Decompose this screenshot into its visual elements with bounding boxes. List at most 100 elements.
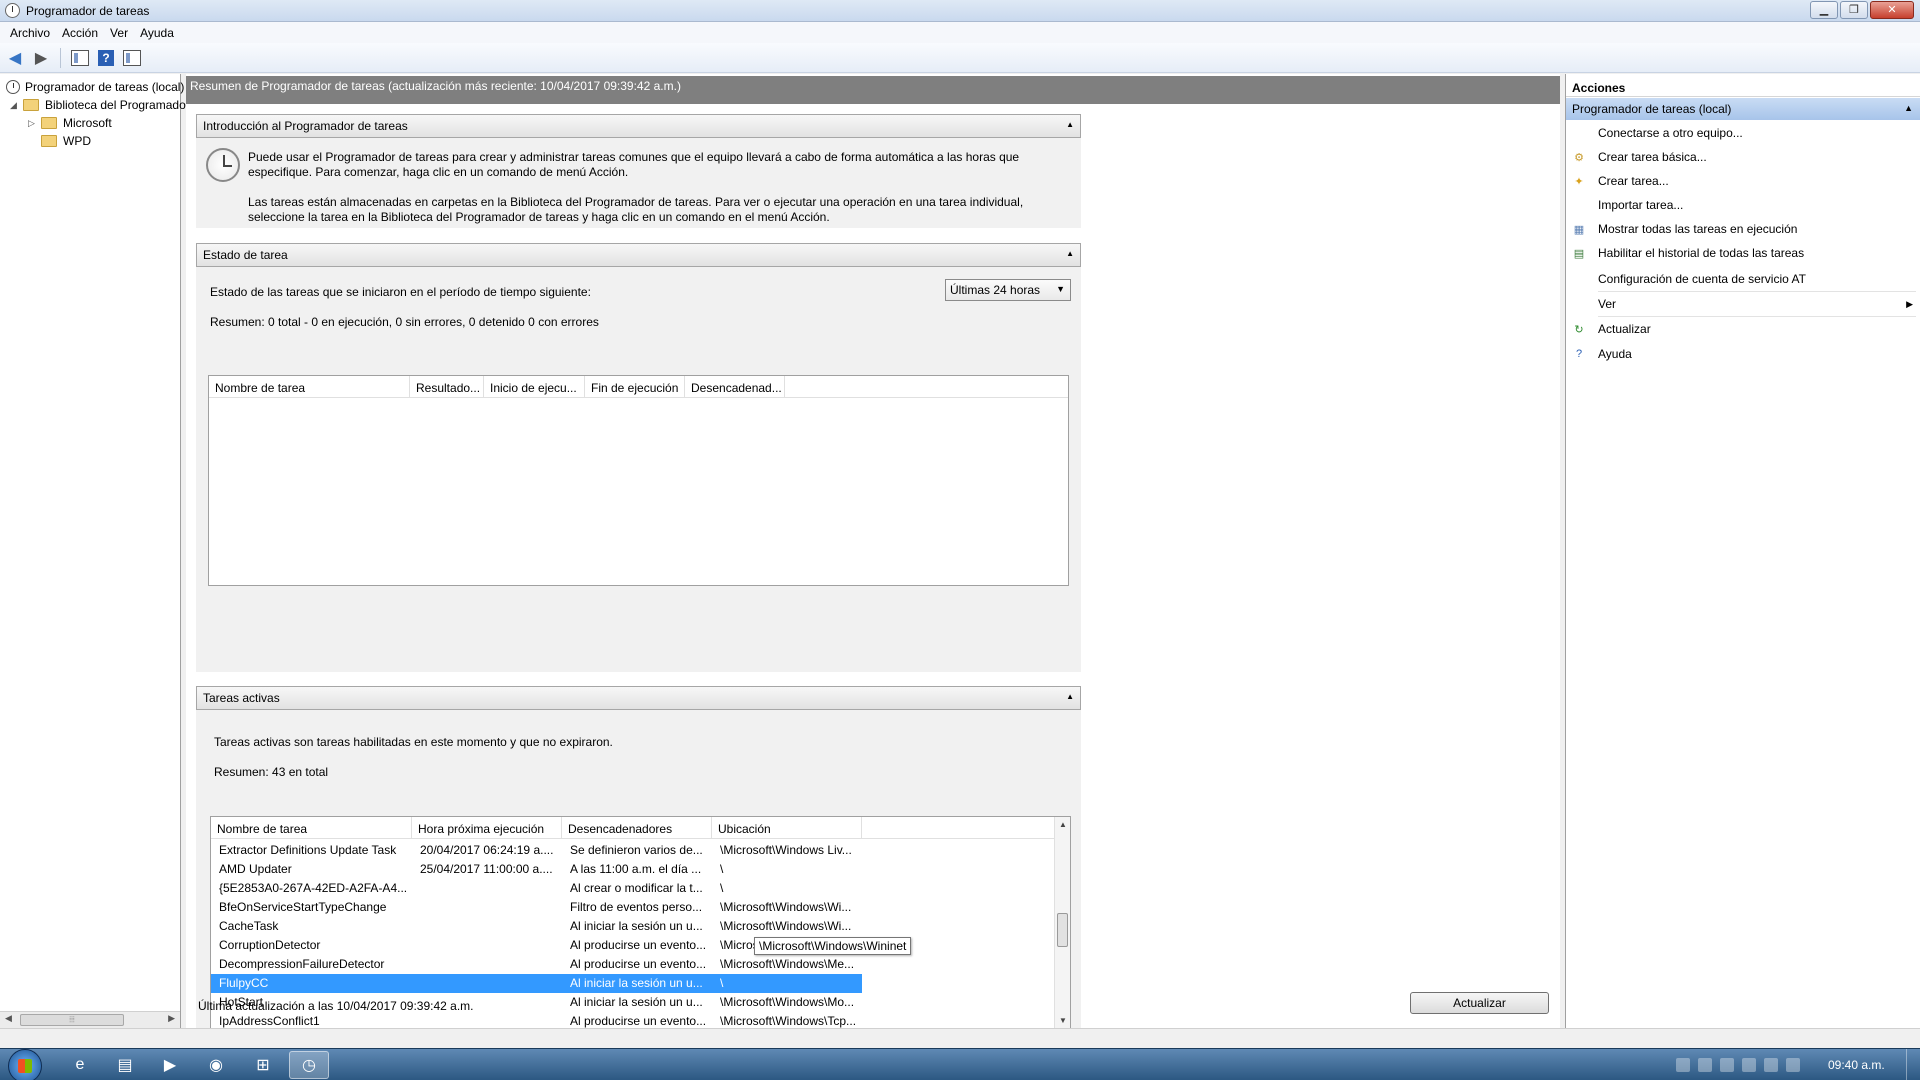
show-hide-console-tree-button[interactable] xyxy=(69,47,91,69)
scroll-down-icon[interactable]: ▼ xyxy=(1059,1016,1067,1025)
task-status-table[interactable]: Nombre de tarea Resultado... Inicio de e… xyxy=(208,375,1069,586)
submenu-arrow-icon: ▶ xyxy=(1906,298,1913,309)
action-item[interactable]: ? Ayuda xyxy=(1566,343,1920,365)
action-item[interactable]: ✦ Crear tarea... xyxy=(1566,170,1920,192)
action-item[interactable]: Ver ▶ xyxy=(1566,293,1920,315)
section-header-status[interactable]: Estado de tarea ▲ xyxy=(196,243,1081,267)
collapse-icon[interactable]: ▲ xyxy=(1066,692,1074,701)
table-row[interactable]: {5E2853A0-267A-42ED-A2FA-A4... Al crear o… xyxy=(211,879,1054,898)
menu-ayuda[interactable]: Ayuda xyxy=(134,24,180,42)
column-header[interactable]: Hora próxima ejecución xyxy=(412,817,562,839)
tray-icon[interactable] xyxy=(1698,1058,1712,1072)
section-header-intro[interactable]: Introducción al Programador de tareas ▲ xyxy=(196,114,1081,138)
action-separator xyxy=(1598,291,1916,292)
table-row[interactable]: AMD Updater 25/04/2017 11:00:00 a.... A la… xyxy=(211,860,1054,879)
vertical-scrollbar[interactable]: ▲ ▼ xyxy=(1054,817,1070,1028)
show-hide-action-pane-button[interactable] xyxy=(121,47,143,69)
table-row[interactable]: DecompressionFailureDetector Al producirs… xyxy=(211,955,1054,974)
tray-icon[interactable] xyxy=(1742,1058,1756,1072)
column-header[interactable]: Fin de ejecución xyxy=(585,376,685,398)
table-cell-triggers: Al producirse un evento... xyxy=(570,957,707,971)
internet-explorer-icon[interactable]: e xyxy=(60,1051,100,1079)
close-button[interactable]: ✕ xyxy=(1870,1,1914,19)
clock-icon xyxy=(6,80,20,94)
minimize-button[interactable]: ▁ xyxy=(1810,1,1838,19)
period-select[interactable]: Últimas 24 horas ▼ xyxy=(945,279,1071,301)
action-item[interactable]: Configuración de cuenta de servicio AT xyxy=(1566,268,1920,290)
table-row[interactable]: Extractor Definitions Update Task 20/04/2… xyxy=(211,841,1054,860)
section-title: Estado de tarea xyxy=(203,248,288,262)
table-row[interactable]: FlulpyCC Al iniciar la sesión un u... \ xyxy=(211,974,862,993)
scrollbar-thumb[interactable] xyxy=(1057,913,1068,947)
table-row[interactable]: BfeOnServiceStartTypeChange Filtro de eve… xyxy=(211,898,1054,917)
action-item[interactable]: Importar tarea... xyxy=(1566,194,1920,216)
menu-bar: Archivo Acción Ver Ayuda xyxy=(0,22,1920,43)
volume-icon[interactable] xyxy=(1786,1058,1800,1072)
collapse-icon[interactable]: ▲ xyxy=(1066,120,1074,129)
scroll-left-icon[interactable]: ◀ xyxy=(5,1013,12,1024)
task-scheduler-app-icon xyxy=(5,3,20,18)
menu-accion[interactable]: Acción xyxy=(56,24,104,42)
column-header[interactable]: Inicio de ejecu... xyxy=(484,376,585,398)
menu-ver[interactable]: Ver xyxy=(104,24,134,42)
scroll-right-icon[interactable]: ▶ xyxy=(168,1013,175,1024)
table-cell-triggers: Se definieron varios de... xyxy=(570,843,703,857)
action-label: Crear tarea básica... xyxy=(1598,150,1707,164)
forward-arrow-icon[interactable]: ▶ xyxy=(30,47,52,69)
intro-paragraph-1: Puede usar el Programador de tareas para… xyxy=(248,150,1020,179)
taskbar-clock[interactable]: 09:40 a.m. xyxy=(1828,1058,1885,1072)
tree-item-microsoft[interactable]: ▷ Microsoft xyxy=(28,114,112,132)
tray-icon[interactable] xyxy=(1720,1058,1734,1072)
help-button[interactable]: ? xyxy=(95,47,117,69)
action-item[interactable]: ⚙ Crear tarea básica... xyxy=(1566,146,1920,168)
refresh-button[interactable]: Actualizar xyxy=(1410,992,1549,1014)
tree-item-wpd[interactable]: WPD xyxy=(41,132,91,150)
app-grid-icon[interactable]: ⊞ xyxy=(243,1051,283,1079)
section-header-active[interactable]: Tareas activas ▲ xyxy=(196,686,1081,710)
horizontal-scrollbar[interactable]: ◀ ⦙⦙⦙ ▶ xyxy=(0,1011,180,1028)
tray-icon[interactable] xyxy=(1676,1058,1690,1072)
table-row[interactable]: CorruptionDetector Al producirse un event… xyxy=(211,936,1054,955)
column-header[interactable]: Nombre de tarea xyxy=(209,376,410,398)
table-cell-location: \ xyxy=(720,862,724,876)
column-header[interactable]: Desencadenadores xyxy=(562,817,712,839)
table-cell-location: \Microsoft\Windows\Wi... xyxy=(720,900,852,914)
scroll-up-icon[interactable]: ▲ xyxy=(1059,820,1067,829)
start-button[interactable] xyxy=(8,1049,42,1080)
media-player-icon[interactable]: ▶ xyxy=(150,1051,190,1079)
action-item[interactable]: Conectarse a otro equipo... xyxy=(1566,122,1920,144)
table-cell-triggers: Al crear o modificar la t... xyxy=(570,881,703,895)
action-separator xyxy=(1598,316,1916,317)
file-explorer-icon[interactable]: ▤ xyxy=(105,1051,145,1079)
network-icon[interactable] xyxy=(1764,1058,1778,1072)
scrollbar-thumb[interactable]: ⦙⦙⦙ xyxy=(20,1014,124,1026)
column-header[interactable]: Nombre de tarea xyxy=(211,817,412,839)
action-item[interactable]: ▤ Habilitar el historial de todas las tar… xyxy=(1566,242,1920,264)
action-item[interactable]: ↻ Actualizar xyxy=(1566,318,1920,340)
active-tasks-table[interactable]: Nombre de tarea Hora próxima ejecución D… xyxy=(210,816,1071,1029)
show-desktop-button[interactable] xyxy=(1906,1049,1920,1080)
maximize-button[interactable]: ❐ xyxy=(1840,1,1868,19)
table-cell-location: \Microsoft\Windows\Mo... xyxy=(720,995,855,1009)
table-row[interactable]: CacheTask Al iniciar la sesión un u... \Mi… xyxy=(211,917,1054,936)
folder-icon xyxy=(41,135,57,147)
chrome-icon[interactable]: ◉ xyxy=(196,1051,236,1079)
action-item[interactable]: ▦ Mostrar todas las tareas en ejecución xyxy=(1566,218,1920,240)
column-header[interactable]: Desencadenad... xyxy=(685,376,785,398)
tree-item-root[interactable]: Programador de tareas (local) xyxy=(6,78,184,96)
column-header[interactable]: Ubicación xyxy=(712,817,862,839)
system-tray: 09:40 a.m. xyxy=(1660,1049,1920,1080)
task-scheduler-taskbar-icon[interactable]: ◷ xyxy=(289,1051,329,1079)
actions-group-header[interactable]: Programador de tareas (local) ▲ xyxy=(1566,98,1920,120)
collapse-icon[interactable]: ▲ xyxy=(1904,103,1913,113)
window-title: Programador de tareas xyxy=(26,4,150,18)
back-arrow-icon[interactable]: ◀ xyxy=(4,47,26,69)
menu-archivo[interactable]: Archivo xyxy=(4,24,56,42)
column-header[interactable]: Resultado... xyxy=(410,376,484,398)
collapse-arrow-icon[interactable]: ◢ xyxy=(10,100,20,111)
collapse-icon[interactable]: ▲ xyxy=(1066,249,1074,258)
toolbar-separator xyxy=(60,47,61,68)
console-tree: Programador de tareas (local) ◢ Bibliote… xyxy=(0,74,243,1028)
table-cell-location: \Microsoft\Windows\Tcp... xyxy=(720,1014,857,1028)
expand-arrow-icon[interactable]: ▷ xyxy=(28,118,38,129)
